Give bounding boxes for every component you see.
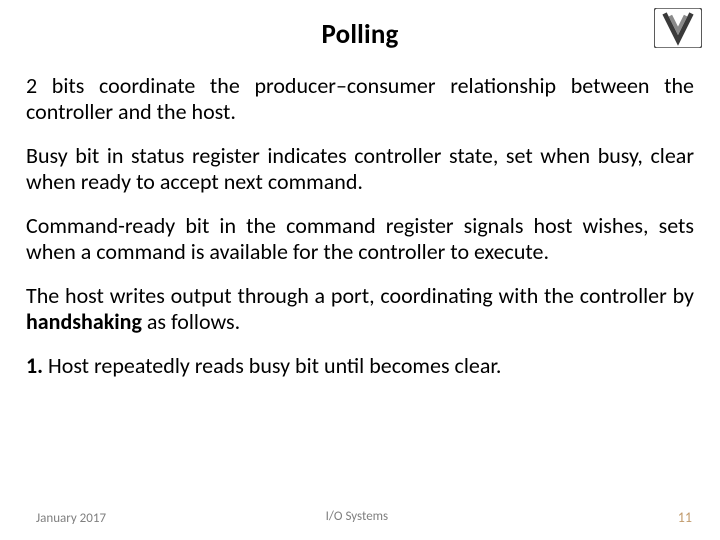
paragraph-command-ready: Command-ready bit in the command registe… [26,213,694,265]
paragraph-step-1: 1. Host repeatedly reads busy bit until … [26,353,694,379]
paragraph-intro: 2 bits coordinate the producer–consumer … [26,73,694,125]
bold-step-number: 1. [26,352,43,379]
slide-footer: January 2017 I/O Systems 11 [0,509,720,526]
footer-page-number: 11 [678,509,692,526]
slide: Polling 2 bits coordinate the producer–c… [0,0,720,540]
slide-body: 2 bits coordinate the producer–consumer … [26,73,694,379]
text-span: The host writes output through a port, c… [26,282,694,309]
paragraph-busy-bit: Busy bit in status register indicates co… [26,143,694,195]
institution-logo-icon [654,8,702,48]
footer-date: January 2017 [36,511,106,526]
paragraph-handshaking: The host writes output through a port, c… [26,283,694,335]
text-span: as follows. [142,308,240,335]
footer-topic: I/O Systems [326,509,389,524]
text-span: Host repeatedly reads busy bit until bec… [43,352,501,379]
slide-title: Polling [26,18,694,51]
bold-handshaking: handshaking [26,308,142,335]
